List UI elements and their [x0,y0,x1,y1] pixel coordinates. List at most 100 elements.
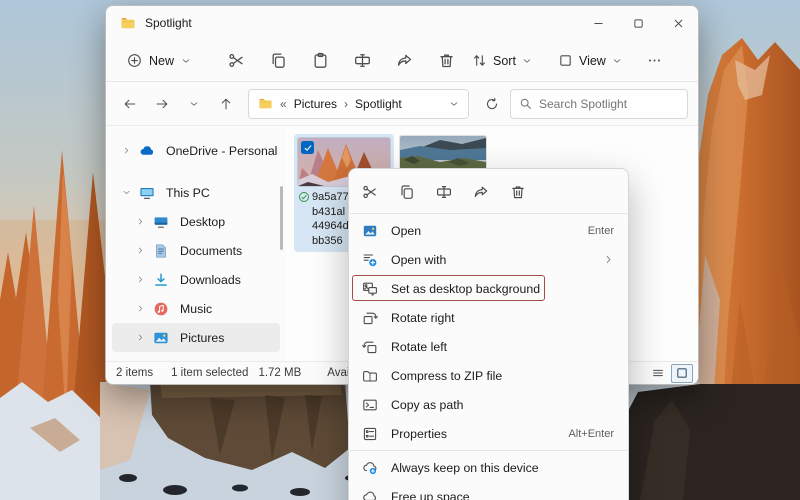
menu-item-rotate-right[interactable]: Rotate right [349,303,628,332]
chevron-right-icon[interactable] [136,333,145,342]
chevron-right-icon[interactable] [136,275,145,284]
file-tile-coast[interactable] [400,136,486,169]
selection-size: 1.72 MB [258,367,302,379]
chevron-right-icon[interactable] [136,217,145,226]
arrow-up-icon [219,97,233,111]
sidebar-item-videos[interactable]: Videos [112,352,280,362]
breadcrumb-segment-spotlight[interactable]: Spotlight [355,97,402,111]
pictures-icon [153,330,169,346]
menu-item-properties[interactable]: Properties Alt+Enter [349,419,628,448]
sidebar-item-pictures[interactable]: Pictures [112,323,280,352]
menu-item-open-with[interactable]: Open with [349,245,628,274]
menu-item-label: Properties [391,426,448,441]
sidebar-scrollbar[interactable] [280,186,283,250]
chevron-down-icon[interactable] [122,188,131,197]
share-button[interactable] [386,44,422,78]
paste-icon [312,52,329,69]
thumb-view-icon [675,366,689,380]
context-menu-icon-row [349,173,628,211]
menu-item-compress-to-zip-file[interactable]: Compress to ZIP file [349,361,628,390]
chevron-down-icon [189,99,199,109]
menu-item-free-up-space[interactable]: Free up space [349,482,628,500]
delete-icon [438,52,455,69]
large-icons-view-button[interactable] [671,363,693,383]
breadcrumb-segment-pictures[interactable]: Pictures [294,97,337,111]
chevron-down-icon [612,56,622,66]
context-delete-button[interactable] [501,177,535,207]
close-icon [672,17,685,30]
breadcrumb-overflow[interactable]: « [280,97,287,111]
cut-button[interactable] [218,44,254,78]
menu-item-shortcut: Enter [587,224,614,237]
see-more-button[interactable] [640,46,670,76]
breadcrumb-separator: › [344,96,349,111]
minimize-icon [592,17,605,30]
sidebar-item-label: Documents [180,243,243,258]
menu-item-label: Open [391,223,422,238]
paste-button[interactable] [302,44,338,78]
back-button[interactable] [116,90,143,117]
context-menu: Open Enter Open with Set as desktop backgro… [348,168,629,500]
folder-icon [258,96,273,111]
view-button[interactable]: View [550,46,630,75]
copy-button[interactable] [260,44,296,78]
menu-item-set-as-desktop-background[interactable]: Set as desktop background [349,274,628,303]
command-bar: New Sort View [106,40,698,82]
sort-button[interactable]: Sort [464,46,540,75]
context-cut-button[interactable] [353,177,387,207]
new-button[interactable]: New [116,46,202,75]
sidebar-item-downloads[interactable]: Downloads [112,265,280,294]
music-icon [153,301,169,317]
details-view-button[interactable] [647,364,669,383]
sidebar-item-music[interactable]: Music [112,294,280,323]
chevron-right-icon[interactable] [136,304,145,313]
context-menu-divider [350,450,627,451]
menu-item-open[interactable]: Open Enter [349,216,628,245]
forward-button[interactable] [148,90,175,117]
menu-item-rotate-left[interactable]: Rotate left [349,332,628,361]
search-input[interactable] [539,96,679,111]
context-menu-items: Open Enter Open with Set as desktop backgro… [349,216,628,500]
menu-item-copy-as-path[interactable]: Copy as path [349,390,628,419]
sidebar-item-label: OneDrive - Personal [166,143,278,158]
chevron-right-icon[interactable] [122,146,131,155]
desktop-icon [153,214,169,230]
window-controls [578,6,698,40]
sync-status-icon [298,191,310,203]
maximize-button[interactable] [618,6,658,40]
breadcrumb[interactable]: « Pictures › Spotlight [248,88,469,119]
arrow-left-icon [123,97,137,111]
menu-item-label: Set as desktop background [391,281,541,296]
context-share-button[interactable] [464,177,498,207]
monitor-icon [139,185,155,201]
copy-path-icon [362,397,378,413]
sidebar-item-documents[interactable]: Documents [112,236,280,265]
view-toggle-group [647,363,693,383]
zip-icon [362,368,378,384]
sidebar-item-desktop[interactable]: Desktop [112,207,280,236]
rename-button[interactable] [344,44,380,78]
view-icon [558,53,573,68]
toolbar-right-group: Sort View [464,46,670,76]
cloud-keep-icon [362,460,378,476]
sidebar-item-onedrive-personal[interactable]: OneDrive - Personal [112,136,280,165]
chevron-right-icon[interactable] [136,246,145,255]
menu-item-always-keep-on-this-device[interactable]: Always keep on this device [349,453,628,482]
context-copy-button[interactable] [390,177,424,207]
sidebar-item-this-pc[interactable]: This PC [112,178,280,207]
up-button[interactable] [212,90,239,117]
selection-checkbox[interactable] [301,141,314,154]
recent-locations-button[interactable] [180,90,207,117]
view-button-label: View [578,53,606,68]
videos-icon [153,359,169,362]
plus-circle-icon [127,53,142,68]
sort-button-label: Sort [493,53,516,68]
copy-icon [270,52,287,69]
refresh-button[interactable] [478,90,505,117]
chevron-down-icon[interactable] [449,99,459,109]
minimize-button[interactable] [578,6,618,40]
delete-button[interactable] [428,44,464,78]
close-button[interactable] [658,6,698,40]
context-rename-button[interactable] [427,177,461,207]
check-icon [303,143,313,153]
